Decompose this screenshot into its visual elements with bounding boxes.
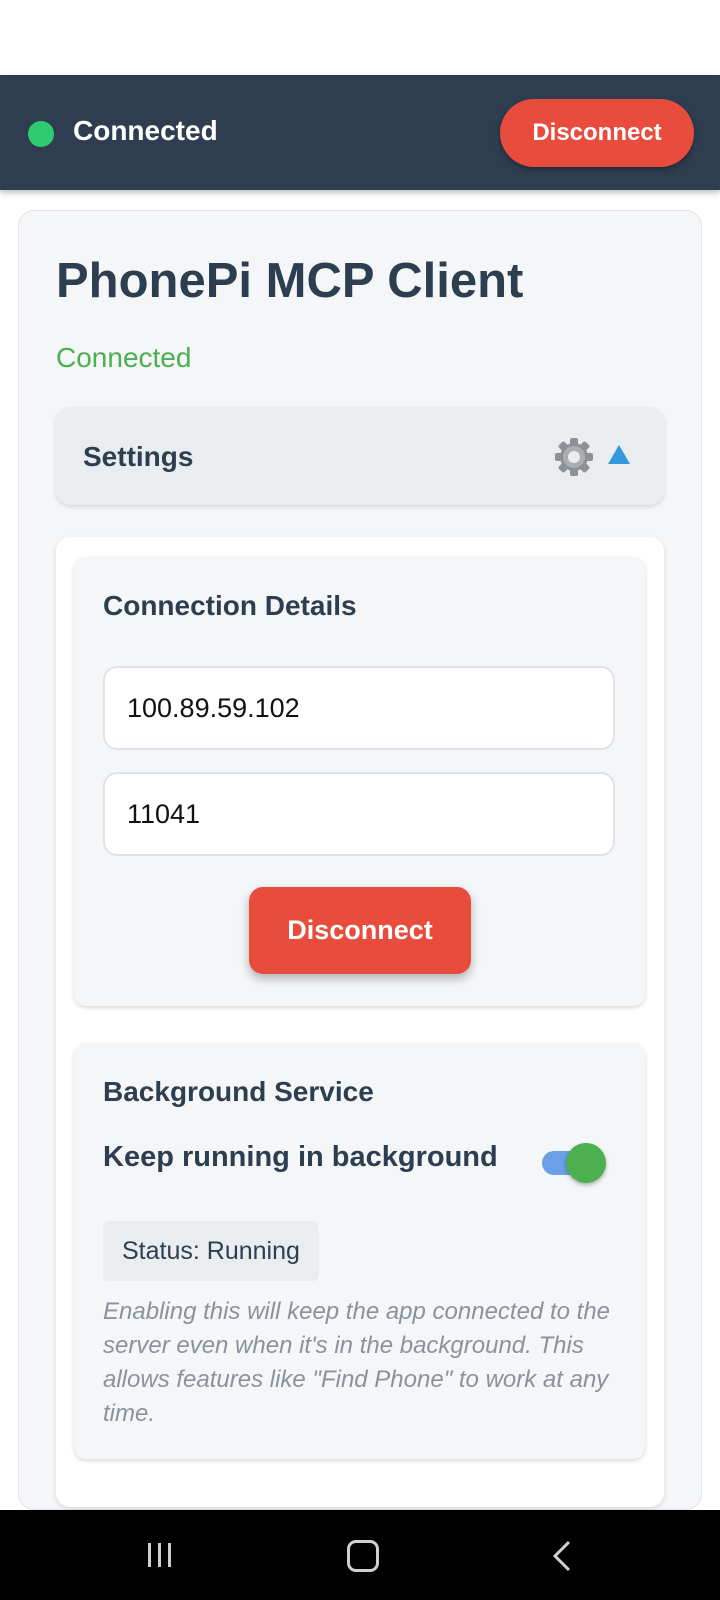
background-service-section: Background Service Keep running in backg… xyxy=(74,1043,645,1459)
system-nav-bar xyxy=(0,1510,720,1600)
top-disconnect-button[interactable]: Disconnect xyxy=(500,99,694,167)
server-port-input[interactable] xyxy=(103,772,615,856)
settings-panel: Connection Details Disconnect Background… xyxy=(56,537,664,1507)
gear-icon xyxy=(555,438,593,476)
connection-details-section: Connection Details Disconnect xyxy=(74,557,645,1006)
background-service-help-text: Enabling this will keep the app connecte… xyxy=(103,1298,611,1427)
server-ip-input[interactable] xyxy=(103,666,615,750)
recents-icon[interactable] xyxy=(145,1540,175,1570)
collapse-triangle-icon xyxy=(608,445,630,464)
disconnect-button[interactable]: Disconnect xyxy=(249,887,471,974)
connection-details-title: Connection Details xyxy=(103,590,357,621)
settings-toggle-header[interactable]: Settings xyxy=(56,407,664,505)
keep-running-toggle[interactable] xyxy=(542,1143,606,1183)
service-status-badge: Status: Running xyxy=(103,1221,319,1281)
toggle-knob xyxy=(566,1143,606,1183)
top-bar-status-text: Connected xyxy=(73,115,218,146)
home-icon[interactable] xyxy=(347,1540,379,1572)
top-bar: Connected Disconnect xyxy=(0,75,720,190)
background-service-title: Background Service xyxy=(103,1076,374,1107)
settings-label: Settings xyxy=(83,441,194,472)
keep-running-label: Keep running in background xyxy=(103,1141,498,1173)
page-title: PhonePi MCP Client xyxy=(56,254,524,308)
back-icon[interactable] xyxy=(550,1538,574,1574)
connection-status-dot-icon xyxy=(28,121,54,147)
connection-status-text: Connected xyxy=(56,342,192,373)
